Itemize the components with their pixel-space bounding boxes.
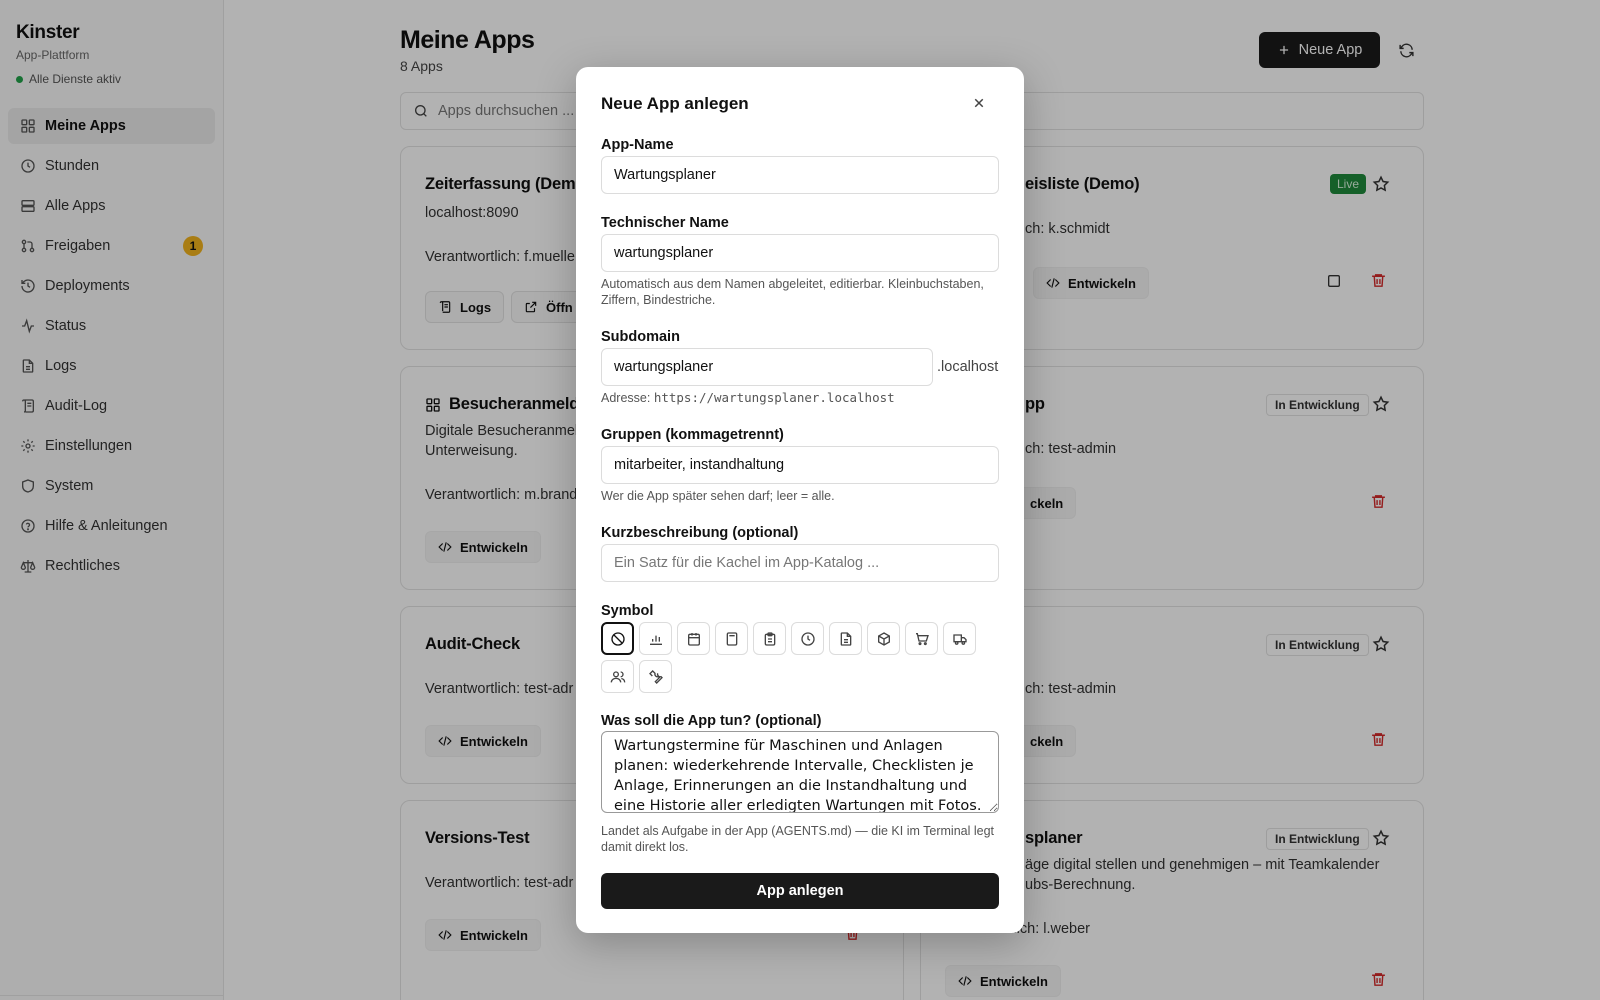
tech-name-label: Technischer Name	[601, 215, 729, 231]
symbol-option-bar-chart[interactable]	[639, 622, 672, 655]
tech-name-input[interactable]	[601, 234, 999, 272]
address-value: https://wartungsplaner.localhost	[653, 390, 895, 405]
clock-icon	[800, 631, 816, 647]
package-icon	[876, 631, 892, 647]
new-app-dialog: Neue App anlegen App-Name Technischer Na…	[576, 67, 1024, 933]
calendar-icon	[686, 631, 702, 647]
symbol-option-calculator[interactable]	[715, 622, 748, 655]
calculator-icon	[724, 631, 740, 647]
symbol-option-cart[interactable]	[905, 622, 938, 655]
tech-name-help: Automatisch aus dem Namen abgeleitet, ed…	[601, 277, 984, 307]
groups-label: Gruppen (kommagetrennt)	[601, 427, 784, 443]
symbol-option-clock[interactable]	[791, 622, 824, 655]
subdomain-input[interactable]	[601, 348, 933, 386]
clipboard-icon	[762, 631, 778, 647]
app-name-label: App-Name	[601, 137, 674, 153]
symbol-label: Symbol	[601, 603, 654, 619]
symbol-option-users[interactable]	[601, 660, 634, 693]
subdomain-label: Subdomain	[601, 329, 680, 345]
bar-chart-icon	[648, 631, 664, 647]
symbol-option-none[interactable]	[601, 622, 634, 655]
symbol-option-package[interactable]	[867, 622, 900, 655]
symbol-option-calendar[interactable]	[677, 622, 710, 655]
app-name-input[interactable]	[601, 156, 999, 194]
subdomain-suffix: .localhost	[937, 359, 999, 375]
purpose-help: Landet als Aufgabe in der App (AGENTS.md…	[601, 824, 995, 854]
dialog-title: Neue App anlegen	[601, 94, 749, 113]
file-text-icon	[838, 631, 854, 647]
symbol-option-document[interactable]	[829, 622, 862, 655]
wrench-icon	[648, 669, 664, 685]
short-desc-input[interactable]	[601, 544, 999, 582]
cart-icon	[914, 631, 930, 647]
groups-help: Wer die App später sehen darf; leer = al…	[601, 489, 835, 503]
address-preview: Adresse: https://wartungsplaner.localhos…	[601, 390, 999, 406]
create-app-button[interactable]: App anlegen	[601, 873, 999, 909]
address-prefix: Adresse:	[601, 391, 651, 405]
symbol-option-truck[interactable]	[943, 622, 976, 655]
purpose-label: Was soll die App tun? (optional)	[601, 713, 822, 729]
close-icon[interactable]	[970, 94, 988, 112]
groups-input[interactable]	[601, 446, 999, 484]
symbol-option-wrench[interactable]	[639, 660, 672, 693]
purpose-textarea[interactable]: Wartungstermine für Maschinen und Anlage…	[601, 731, 999, 813]
users-icon	[610, 669, 626, 685]
short-desc-label: Kurzbeschreibung (optional)	[601, 525, 799, 541]
truck-icon	[952, 631, 968, 647]
none-icon	[610, 631, 626, 647]
symbol-option-clipboard[interactable]	[753, 622, 786, 655]
